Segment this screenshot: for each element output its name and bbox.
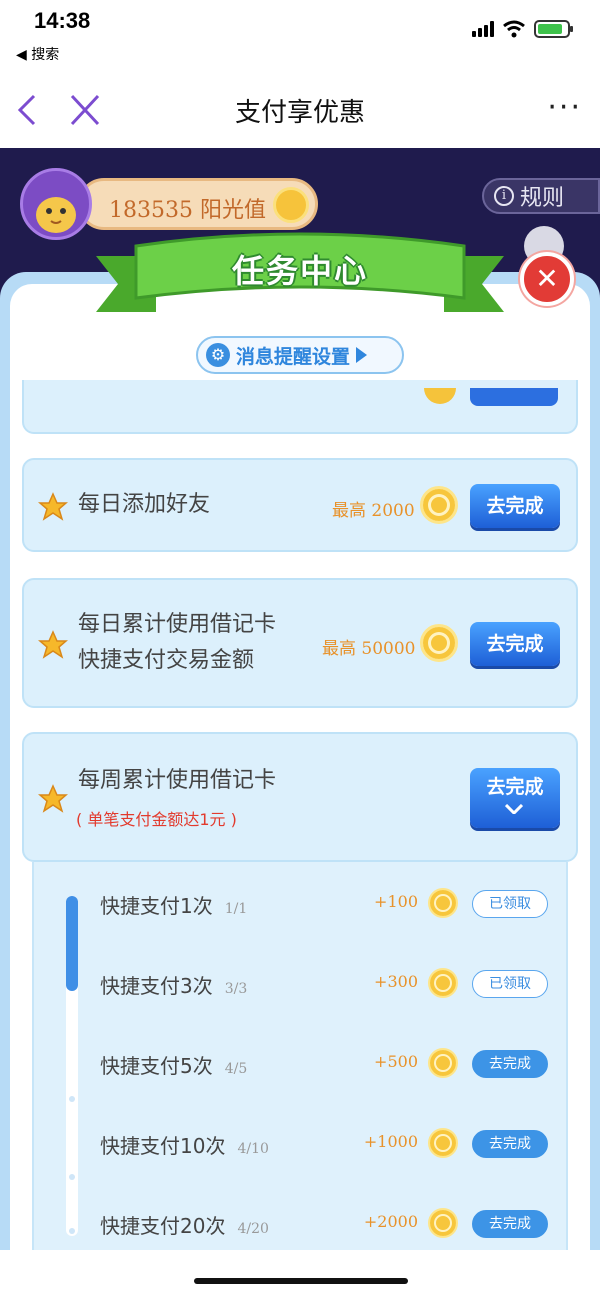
star-icon <box>38 492 68 521</box>
gear-icon: ⚙ <box>206 343 230 367</box>
signal-icon <box>472 21 494 37</box>
coin-icon <box>424 388 456 404</box>
star-icon <box>38 630 68 659</box>
subtask-row: 快捷支付1次 1/1 +100 已领取 <box>34 876 570 936</box>
coin-icon <box>420 624 458 662</box>
task-go-button[interactable]: 去完成 <box>470 622 560 666</box>
subtask-label: 快捷支付3次 <box>100 974 213 998</box>
coin-icon <box>428 968 458 998</box>
coin-icon <box>420 486 458 524</box>
subtask-reward: +300 <box>374 972 418 991</box>
subtask-progress: 3/3 <box>224 981 248 997</box>
status-time: 14:38 <box>34 8 91 33</box>
subtask-name: 快捷支付1次 1/1 <box>100 890 247 919</box>
back-to-search-link[interactable]: ◀ 搜索 <box>16 44 59 64</box>
task-title: 每周累计使用借记卡 <box>78 768 277 793</box>
coin-icon <box>428 1048 458 1078</box>
subtask-row: 快捷支付5次 4/5 +500 去完成 <box>34 1036 570 1096</box>
rules-button[interactable]: i 规则 <box>482 178 600 214</box>
star-icon <box>38 784 68 813</box>
coin-icon <box>428 888 458 918</box>
task-go-button[interactable]: 去完成 <box>470 484 560 528</box>
subtask-row: 快捷支付10次 4/10 +1000 去完成 <box>34 1116 570 1176</box>
task-reward: 最高 2000 <box>332 501 415 521</box>
task-reward: 最高 50000 <box>322 639 416 659</box>
subtask-progress: 4/5 <box>224 1061 248 1077</box>
subtask-progress: 1/1 <box>224 901 248 917</box>
subtask-claimed-badge: 已领取 <box>472 970 548 998</box>
wifi-icon <box>503 20 525 38</box>
panel-close-button[interactable]: ✕ <box>520 252 574 306</box>
subtask-reward: +2000 <box>363 1212 418 1231</box>
subtask-name: 快捷支付3次 3/3 <box>100 970 247 999</box>
battery-icon <box>534 20 573 38</box>
subtask-reward: +500 <box>374 1052 418 1071</box>
task-go-expand-button[interactable]: 去完成 <box>470 768 560 828</box>
subtask-label: 快捷支付5次 <box>100 1054 213 1078</box>
subtask-name: 快捷支付5次 4/5 <box>100 1050 247 1079</box>
message-settings-label: 消息提醒设置 <box>236 345 351 368</box>
subtask-reward: +100 <box>374 892 418 911</box>
subtask-reward: +1000 <box>363 1132 418 1151</box>
more-menu-icon[interactable]: ··· <box>547 93 582 123</box>
page-title: 支付享优惠 <box>234 98 365 128</box>
task-button-clipped[interactable] <box>470 388 558 406</box>
task-card-clipped <box>22 380 578 434</box>
subtask-go-button[interactable]: 去完成 <box>472 1050 548 1078</box>
sunshine-value: 183535 阳光值 <box>109 198 266 223</box>
avatar[interactable] <box>20 168 92 240</box>
play-arrow-icon <box>356 347 368 363</box>
task-title-line-1: 每日累计使用借记卡 <box>78 612 277 637</box>
task-card: 每日累计使用借记卡 快捷支付交易金额 最高 50000 去完成 <box>22 578 578 708</box>
subtask-label: 快捷支付1次 <box>100 894 213 918</box>
mascot-icon <box>36 197 76 233</box>
task-center-ribbon: 任务中心 <box>96 226 504 326</box>
task-card-expanded: 每周累计使用借记卡 ( 单笔支付金额达1元 ) 去完成 <box>22 732 578 862</box>
message-settings-button[interactable]: ⚙ 消息提醒设置 <box>196 336 404 374</box>
status-icons <box>472 20 573 38</box>
subtask-list: 快捷支付1次 1/1 +100 已领取 快捷支付3次 3/3 +300 已领取 快捷… <box>32 862 568 1262</box>
nav-bar: 支付享优惠 ··· <box>0 72 600 148</box>
chevron-down-icon <box>505 804 523 814</box>
subtask-label: 快捷支付20次 <box>100 1214 226 1238</box>
coin-icon <box>428 1208 458 1238</box>
task-card: 每日添加好友 最高 2000 去完成 <box>22 458 578 552</box>
subtask-go-button[interactable]: 去完成 <box>472 1210 548 1238</box>
sun-coin-icon <box>273 187 309 223</box>
subtask-progress: 4/20 <box>237 1221 269 1237</box>
task-note: ( 单笔支付金额达1元 ) <box>76 810 237 829</box>
task-go-label: 去完成 <box>486 776 544 798</box>
close-icon: ✕ <box>535 262 559 295</box>
task-center-title: 任务中心 <box>231 252 368 290</box>
info-icon: i <box>494 186 514 206</box>
task-title-line-2: 快捷支付交易金额 <box>78 648 255 673</box>
subtask-go-button[interactable]: 去完成 <box>472 1130 548 1158</box>
sunshine-balance: 183535 阳光值 <box>78 178 318 230</box>
task-title: 每日添加好友 <box>78 492 211 517</box>
subtask-name: 快捷支付20次 4/20 <box>100 1210 269 1239</box>
home-bar <box>0 1250 600 1299</box>
coin-icon <box>428 1128 458 1158</box>
subtask-row: 快捷支付3次 3/3 +300 已领取 <box>34 956 570 1016</box>
subtask-progress: 4/10 <box>237 1141 269 1157</box>
subtask-label: 快捷支付10次 <box>100 1134 226 1158</box>
subtask-name: 快捷支付10次 4/10 <box>100 1130 269 1159</box>
subtask-claimed-badge: 已领取 <box>472 890 548 918</box>
progress-dot <box>69 1096 75 1102</box>
home-indicator[interactable] <box>194 1278 408 1284</box>
rules-label: 规则 <box>520 186 565 211</box>
status-bar: 14:38 ◀ 搜索 <box>0 0 600 72</box>
subtask-row: 快捷支付20次 4/20 +2000 去完成 <box>34 1196 570 1256</box>
